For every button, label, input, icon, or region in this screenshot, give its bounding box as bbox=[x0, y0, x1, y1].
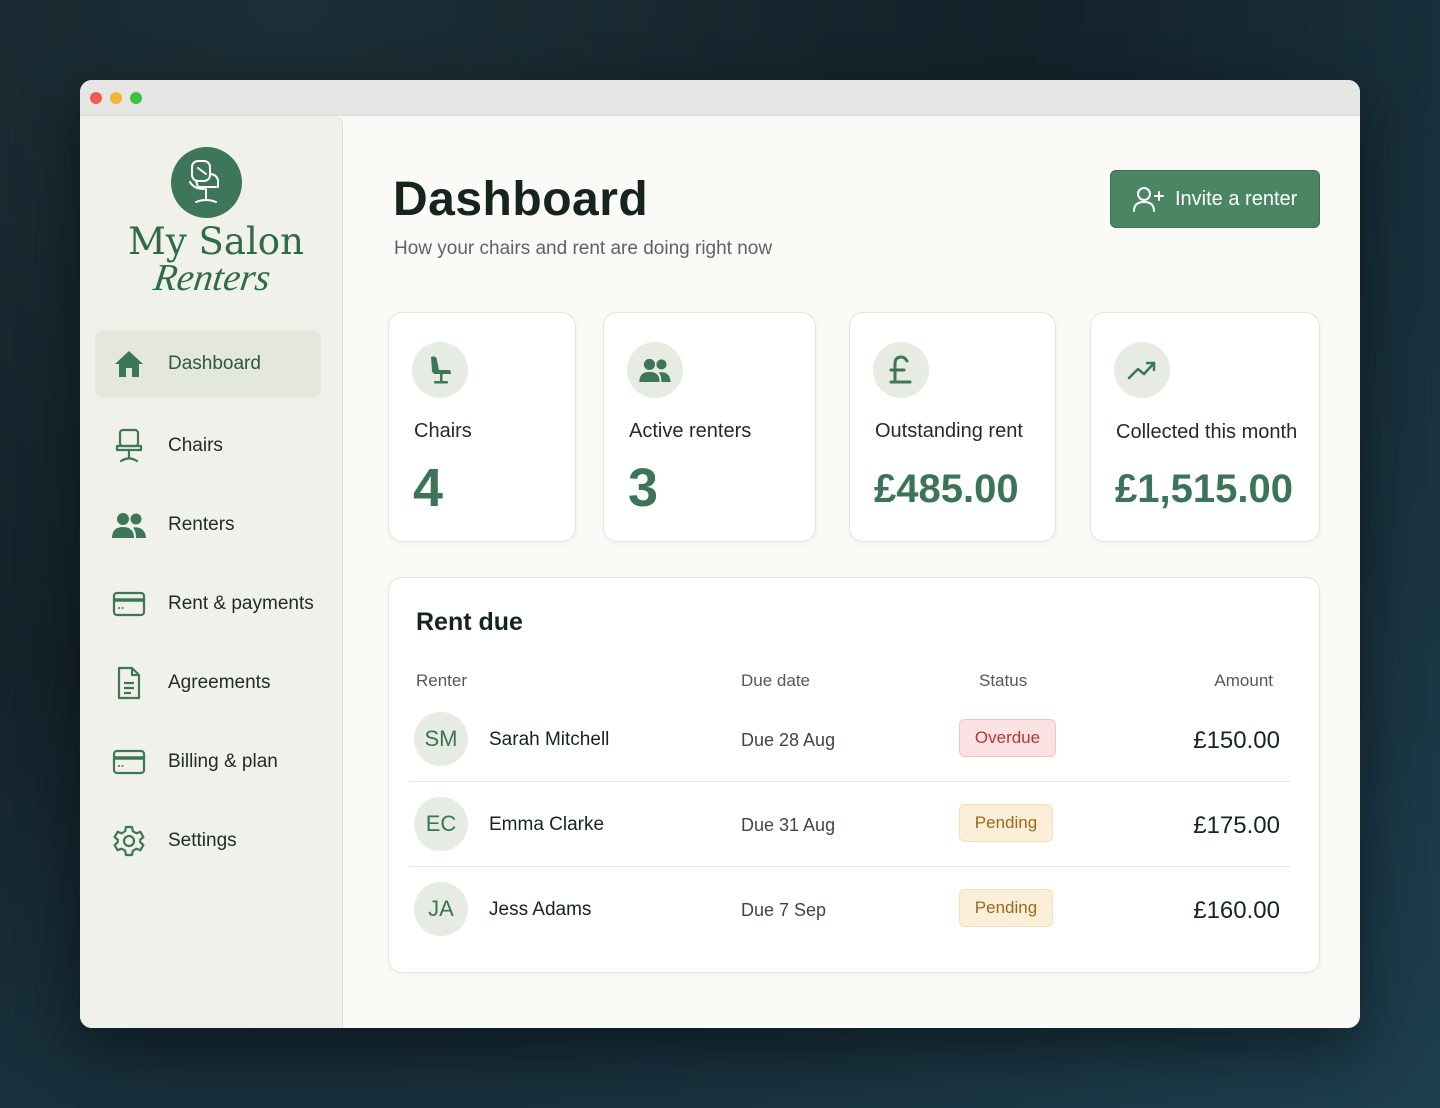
credit-card-icon bbox=[112, 587, 146, 621]
home-icon bbox=[112, 347, 146, 381]
renter-name: Emma Clarke bbox=[489, 814, 605, 835]
sidebar-item-label: Dashboard bbox=[168, 353, 261, 374]
gear-icon bbox=[112, 824, 146, 858]
stat-label: Chairs bbox=[414, 420, 472, 442]
column-header-renter: Renter bbox=[416, 671, 468, 690]
stat-value: £485.00 bbox=[874, 467, 1019, 511]
sidebar-item-rent-payments[interactable]: Rent & payments bbox=[95, 570, 321, 638]
users-icon bbox=[627, 342, 683, 398]
status-badge: Overdue bbox=[959, 719, 1056, 757]
due-date: Due 28 Aug bbox=[741, 730, 836, 750]
title-bar bbox=[80, 80, 1360, 116]
document-icon bbox=[112, 666, 146, 700]
avatar: EC bbox=[414, 797, 468, 851]
stat-label: Active renters bbox=[629, 420, 752, 442]
page-title: Dashboard bbox=[393, 173, 649, 226]
stat-value: 3 bbox=[628, 458, 659, 518]
stat-card-collected-this-month: Collected this month £1,515.00 bbox=[1090, 312, 1320, 542]
stat-card-chairs: Chairs 4 bbox=[388, 312, 576, 542]
rent-due-title: Rent due bbox=[416, 608, 523, 636]
app-window: My Salon Renters Dashboard Chairs Renter… bbox=[80, 80, 1360, 1028]
sidebar-item-label: Agreements bbox=[168, 672, 271, 693]
salon-chair-icon bbox=[171, 147, 242, 218]
amount: £175.00 bbox=[1193, 812, 1280, 839]
status-badge: Pending bbox=[959, 804, 1053, 842]
renter-name: Jess Adams bbox=[489, 899, 592, 920]
sidebar-item-label: Renters bbox=[168, 514, 235, 535]
users-icon bbox=[112, 508, 146, 542]
pound-icon bbox=[873, 342, 929, 398]
sidebar-item-renters[interactable]: Renters bbox=[95, 491, 321, 559]
main-content: Dashboard How your chairs and rent are d… bbox=[344, 116, 1360, 1028]
status-badge: Pending bbox=[959, 889, 1053, 927]
stat-label: Outstanding rent bbox=[875, 420, 1023, 442]
column-header-status: Status bbox=[979, 671, 1028, 690]
minimize-window-button[interactable] bbox=[110, 92, 122, 104]
sidebar-item-chairs[interactable]: Chairs bbox=[95, 412, 321, 480]
trending-up-icon bbox=[1114, 342, 1170, 398]
rent-due-panel: Rent due Renter Due date Status Amount S… bbox=[388, 577, 1320, 973]
table-row[interactable]: SM Sarah Mitchell Due 28 Aug Overdue £15… bbox=[409, 697, 1291, 782]
stat-card-active-renters: Active renters 3 bbox=[603, 312, 816, 542]
sidebar-item-label: Chairs bbox=[168, 435, 223, 456]
sidebar-item-dashboard[interactable]: Dashboard bbox=[95, 330, 321, 398]
table-row[interactable]: JA Jess Adams Due 7 Sep Pending £160.00 bbox=[409, 867, 1291, 952]
sidebar-item-label: Settings bbox=[168, 830, 237, 851]
stat-value: 4 bbox=[413, 458, 444, 518]
sidebar-item-billing-plan[interactable]: Billing & plan bbox=[95, 728, 321, 796]
table-row[interactable]: EC Emma Clarke Due 31 Aug Pending £175.0… bbox=[409, 782, 1291, 867]
stat-label: Collected this month bbox=[1116, 421, 1298, 443]
avatar: JA bbox=[414, 882, 468, 936]
brand-script: Renters bbox=[151, 257, 274, 299]
amount: £160.00 bbox=[1193, 897, 1280, 924]
stat-value: £1,515.00 bbox=[1115, 467, 1293, 511]
sidebar-item-settings[interactable]: Settings bbox=[95, 807, 321, 875]
chair-icon bbox=[412, 342, 468, 398]
chair-icon bbox=[112, 428, 146, 463]
renter-name: Sarah Mitchell bbox=[489, 729, 610, 750]
page-subtitle: How your chairs and rent are doing right… bbox=[394, 238, 773, 259]
maximize-window-button[interactable] bbox=[130, 92, 142, 104]
avatar: SM bbox=[414, 712, 468, 766]
sidebar-item-label: Billing & plan bbox=[168, 751, 278, 772]
user-plus-icon bbox=[1133, 185, 1165, 213]
sidebar-item-label: Rent & payments bbox=[168, 593, 314, 614]
sidebar-item-agreements[interactable]: Agreements bbox=[95, 649, 321, 717]
column-header-amount: Amount bbox=[1214, 671, 1273, 690]
invite-renter-button[interactable]: Invite a renter bbox=[1110, 170, 1320, 228]
stat-card-outstanding-rent: Outstanding rent £485.00 bbox=[849, 312, 1056, 542]
column-header-due-date: Due date bbox=[741, 671, 810, 690]
credit-card-icon bbox=[112, 745, 146, 779]
sidebar: My Salon Renters Dashboard Chairs Renter… bbox=[80, 116, 343, 1028]
due-date: Due 7 Sep bbox=[741, 900, 827, 920]
due-date: Due 31 Aug bbox=[741, 815, 836, 835]
close-window-button[interactable] bbox=[90, 92, 102, 104]
invite-renter-label: Invite a renter bbox=[1175, 187, 1298, 210]
amount: £150.00 bbox=[1193, 727, 1280, 754]
